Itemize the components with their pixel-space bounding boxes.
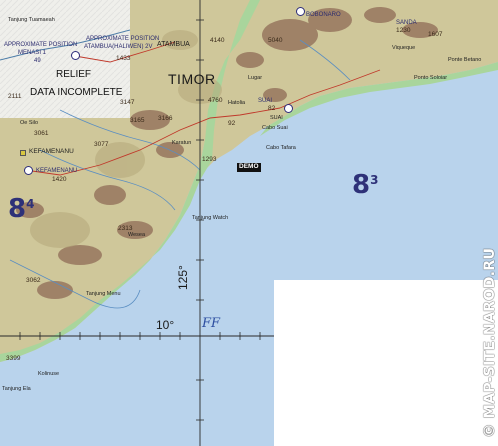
- relief-notice-line1: RELIEF: [56, 69, 92, 80]
- suai-elev: 92: [228, 120, 236, 127]
- elev-3077: 3077: [94, 141, 109, 148]
- watermark-text: © MAP-SITE.NAROD.RU: [482, 247, 498, 439]
- elev-3061: 3061: [34, 130, 49, 137]
- atambua-position-marker: [71, 51, 80, 60]
- elev-4760: 4760: [208, 97, 223, 104]
- place-approx-menasi-3: 49: [34, 58, 41, 64]
- place-tanjung-watch: Tanjung Watch: [192, 215, 229, 221]
- ff-label: FF: [202, 316, 221, 331]
- place-ponto-betano: Ponte Betano: [448, 57, 482, 63]
- sanda-elev: 1230: [396, 27, 411, 34]
- kefamenanu-airfield-marker: [24, 166, 33, 175]
- place-wesea: Wesea: [128, 232, 146, 238]
- place-tanjung-menu: Tanjung Menu: [86, 291, 121, 297]
- place-karatun: Karatun: [172, 140, 192, 146]
- map-base-layer: [0, 0, 498, 446]
- grid-cell-8-4: 84: [8, 196, 34, 222]
- kefamenanu-elev: 1420: [52, 176, 67, 183]
- demo-badge: DEMO: [237, 163, 261, 172]
- place-sanda: SANDA: [396, 20, 417, 26]
- place-kefamenanu: KEFAMENANU: [29, 148, 74, 155]
- place-tanjung-tuamaeah: Tanjung Tuamaeah: [8, 17, 55, 23]
- elev-3165: 3165: [130, 117, 145, 124]
- grid-cell-8-3-main: 8: [352, 170, 371, 200]
- map-canvas: RELIEF DATA INCOMPLETE Tanjung Tuamaeah …: [0, 0, 498, 446]
- watermark: © MAP-SITE.NAROD.RU: [480, 240, 498, 446]
- place-oe-silo: Oe Silo: [20, 120, 39, 126]
- place-cabo-tafara: Cabo Tafara: [266, 145, 296, 151]
- place-lugar: Lugar: [248, 75, 263, 81]
- place-kefamenanu-airfield: KEFAMENANU: [36, 168, 78, 174]
- kefamenanu-town-marker: [20, 150, 26, 156]
- place-ponto-soloiar: Ponto Soloiar: [414, 75, 448, 81]
- suai-top-elev: 82: [268, 105, 276, 112]
- blank-panel: [274, 280, 498, 446]
- suai-marker: [284, 104, 293, 113]
- elev-5040: 5040: [268, 37, 283, 44]
- latitude-value: 10: [156, 318, 170, 332]
- place-kolinuse: Kolinuse: [38, 371, 60, 377]
- elev-1607: 1607: [428, 31, 443, 38]
- place-bobonaro: BOBONARO: [306, 12, 341, 18]
- grid-cell-8-3: 83: [352, 172, 378, 198]
- place-suai-top: SUAI: [258, 98, 273, 104]
- place-approx-menasi-1: APPROXIMATE POSITION: [4, 42, 78, 48]
- place-approx-menasi-2: MENASI 1: [18, 50, 47, 56]
- place-tanjung-ela: Tanjung Ela: [2, 386, 31, 392]
- grid-cell-8-3-sup: 3: [370, 173, 379, 187]
- place-suai: SUAI: [270, 115, 283, 121]
- elev-3166: 3166: [158, 115, 173, 122]
- latitude-label: 10°: [156, 318, 175, 332]
- place-atambua-elev: 1433: [116, 55, 131, 62]
- place-approx-atambua-1: APPROXIMATE POSITION: [86, 36, 160, 42]
- place-atambua: ATAMBUA: [157, 41, 190, 48]
- elev-1293: 1293: [202, 156, 217, 163]
- elev-3399: 3399: [6, 355, 21, 362]
- place-approx-atambua-2: ATAMBUA(HALIWEN) 2V: [84, 44, 153, 50]
- place-hatolia: Hatolia: [228, 100, 246, 106]
- elev-4140: 4140: [210, 37, 225, 44]
- place-viqueque: Viqueque: [392, 45, 416, 51]
- map-title: TIMOR: [168, 71, 216, 87]
- grid-cell-8-4-main: 8: [8, 194, 27, 224]
- relief-notice-line2: DATA INCOMPLETE: [30, 87, 123, 98]
- elev-3062: 3062: [26, 277, 41, 284]
- longitude-label: 125°: [176, 265, 190, 290]
- longitude-value: 125: [176, 269, 190, 290]
- grid-cell-8-4-sup: 4: [26, 197, 35, 211]
- elev-3147: 3147: [120, 99, 135, 106]
- place-cabo-suai: Cabo Suai: [262, 125, 288, 131]
- bobonaro-marker: [296, 7, 305, 16]
- elev-2111: 2111: [8, 93, 22, 100]
